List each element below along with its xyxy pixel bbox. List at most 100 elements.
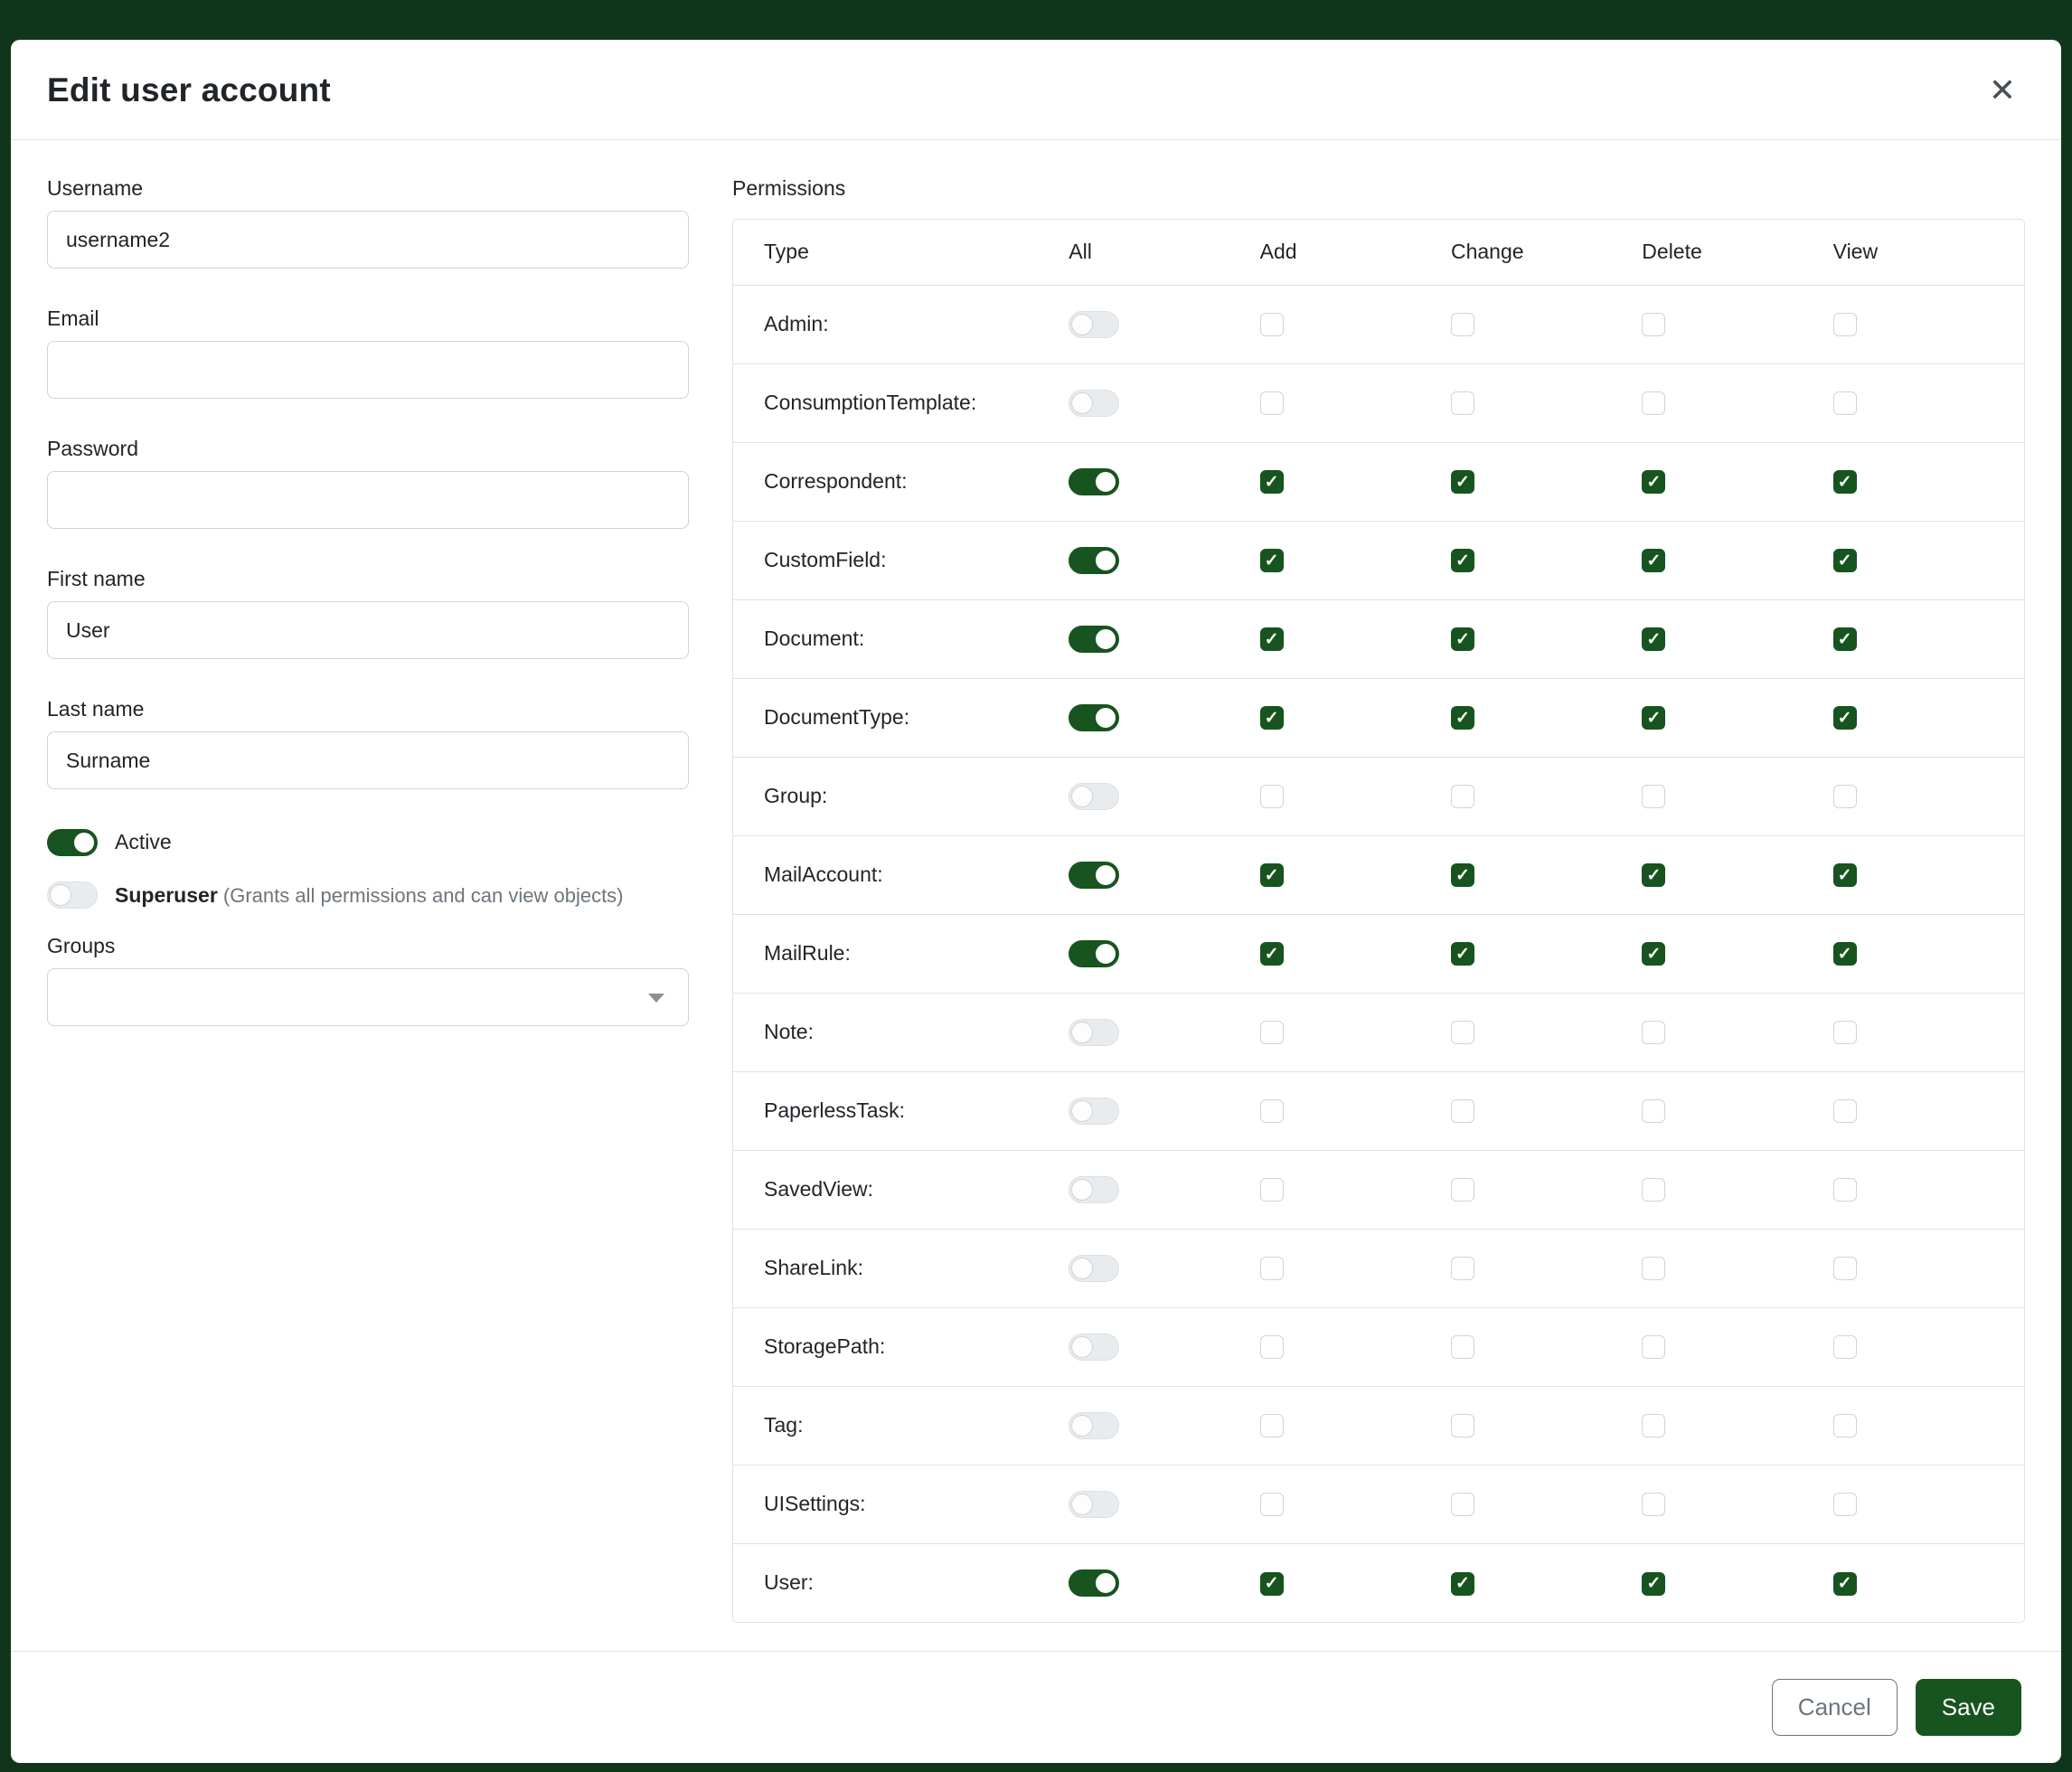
all-toggle[interactable] bbox=[1069, 468, 1119, 495]
change-checkbox[interactable]: ✓ bbox=[1451, 706, 1474, 730]
all-toggle[interactable] bbox=[1069, 1491, 1119, 1518]
add-checkbox[interactable] bbox=[1260, 1178, 1284, 1202]
toggle-knob bbox=[1095, 628, 1116, 650]
add-checkbox[interactable]: ✓ bbox=[1260, 470, 1284, 494]
email-field[interactable] bbox=[47, 341, 689, 399]
view-checkbox[interactable] bbox=[1833, 1493, 1857, 1516]
save-button[interactable]: Save bbox=[1916, 1679, 2021, 1736]
all-toggle[interactable] bbox=[1069, 1019, 1119, 1046]
change-checkbox[interactable] bbox=[1451, 1099, 1474, 1123]
add-checkbox[interactable] bbox=[1260, 1257, 1284, 1280]
add-checkbox[interactable] bbox=[1260, 313, 1284, 336]
delete-checkbox[interactable] bbox=[1642, 1099, 1665, 1123]
change-checkbox[interactable] bbox=[1451, 1021, 1474, 1044]
all-toggle[interactable] bbox=[1069, 311, 1119, 338]
change-checkbox[interactable]: ✓ bbox=[1451, 470, 1474, 494]
view-checkbox[interactable]: ✓ bbox=[1833, 470, 1857, 494]
all-toggle[interactable] bbox=[1069, 1176, 1119, 1203]
delete-checkbox[interactable]: ✓ bbox=[1642, 942, 1665, 966]
change-checkbox[interactable] bbox=[1451, 785, 1474, 808]
all-toggle[interactable] bbox=[1069, 1334, 1119, 1361]
all-toggle[interactable] bbox=[1069, 390, 1119, 417]
change-checkbox[interactable]: ✓ bbox=[1451, 549, 1474, 572]
view-checkbox[interactable] bbox=[1833, 1414, 1857, 1437]
groups-select[interactable] bbox=[47, 968, 689, 1026]
permission-type-label: Group: bbox=[733, 757, 1069, 835]
delete-checkbox[interactable] bbox=[1642, 1257, 1665, 1280]
delete-checkbox[interactable]: ✓ bbox=[1642, 549, 1665, 572]
view-checkbox[interactable] bbox=[1833, 1257, 1857, 1280]
all-toggle[interactable] bbox=[1069, 1098, 1119, 1125]
change-checkbox[interactable]: ✓ bbox=[1451, 942, 1474, 966]
delete-checkbox[interactable] bbox=[1642, 1493, 1665, 1516]
all-toggle[interactable] bbox=[1069, 626, 1119, 653]
delete-checkbox[interactable] bbox=[1642, 313, 1665, 336]
add-checkbox[interactable] bbox=[1260, 785, 1284, 808]
all-toggle[interactable] bbox=[1069, 704, 1119, 731]
add-checkbox[interactable]: ✓ bbox=[1260, 942, 1284, 966]
change-checkbox[interactable]: ✓ bbox=[1451, 627, 1474, 651]
view-checkbox[interactable] bbox=[1833, 391, 1857, 415]
view-checkbox[interactable]: ✓ bbox=[1833, 942, 1857, 966]
add-checkbox[interactable] bbox=[1260, 1414, 1284, 1437]
all-toggle[interactable] bbox=[1069, 862, 1119, 889]
view-checkbox[interactable] bbox=[1833, 313, 1857, 336]
delete-checkbox[interactable]: ✓ bbox=[1642, 1572, 1665, 1596]
view-checkbox[interactable] bbox=[1833, 1178, 1857, 1202]
add-checkbox[interactable] bbox=[1260, 1099, 1284, 1123]
view-checkbox[interactable]: ✓ bbox=[1833, 706, 1857, 730]
change-checkbox[interactable] bbox=[1451, 1178, 1474, 1202]
add-checkbox[interactable]: ✓ bbox=[1260, 706, 1284, 730]
active-toggle[interactable] bbox=[47, 829, 98, 856]
add-checkbox[interactable] bbox=[1260, 1021, 1284, 1044]
last-name-field[interactable] bbox=[47, 731, 689, 789]
change-checkbox[interactable] bbox=[1451, 1335, 1474, 1359]
close-icon[interactable]: ✕ bbox=[1983, 71, 2021, 110]
add-checkbox[interactable]: ✓ bbox=[1260, 549, 1284, 572]
first-name-field[interactable] bbox=[47, 601, 689, 659]
add-checkbox[interactable] bbox=[1260, 391, 1284, 415]
view-checkbox[interactable]: ✓ bbox=[1833, 627, 1857, 651]
all-toggle[interactable] bbox=[1069, 1412, 1119, 1439]
delete-checkbox[interactable] bbox=[1642, 391, 1665, 415]
delete-checkbox[interactable]: ✓ bbox=[1642, 470, 1665, 494]
all-toggle[interactable] bbox=[1069, 1255, 1119, 1282]
view-checkbox[interactable]: ✓ bbox=[1833, 549, 1857, 572]
username-input[interactable] bbox=[47, 211, 689, 269]
delete-checkbox[interactable]: ✓ bbox=[1642, 706, 1665, 730]
change-checkbox[interactable]: ✓ bbox=[1451, 863, 1474, 887]
change-checkbox[interactable] bbox=[1451, 1257, 1474, 1280]
view-checkbox[interactable] bbox=[1833, 1099, 1857, 1123]
password-field[interactable] bbox=[47, 471, 689, 529]
all-toggle[interactable] bbox=[1069, 783, 1119, 810]
all-toggle[interactable] bbox=[1069, 547, 1119, 574]
view-checkbox[interactable] bbox=[1833, 1021, 1857, 1044]
view-checkbox[interactable] bbox=[1833, 785, 1857, 808]
superuser-toggle[interactable] bbox=[47, 881, 98, 909]
add-checkbox[interactable]: ✓ bbox=[1260, 627, 1284, 651]
delete-checkbox[interactable] bbox=[1642, 1335, 1665, 1359]
add-checkbox[interactable]: ✓ bbox=[1260, 863, 1284, 887]
cancel-button[interactable]: Cancel bbox=[1772, 1679, 1898, 1736]
change-checkbox[interactable] bbox=[1451, 1493, 1474, 1516]
add-checkbox[interactable]: ✓ bbox=[1260, 1572, 1284, 1596]
delete-checkbox[interactable] bbox=[1642, 785, 1665, 808]
delete-checkbox[interactable] bbox=[1642, 1178, 1665, 1202]
all-toggle[interactable] bbox=[1069, 940, 1119, 967]
delete-checkbox[interactable] bbox=[1642, 1414, 1665, 1437]
delete-checkbox[interactable]: ✓ bbox=[1642, 863, 1665, 887]
view-checkbox[interactable]: ✓ bbox=[1833, 863, 1857, 887]
change-checkbox[interactable] bbox=[1451, 313, 1474, 336]
view-checkbox[interactable]: ✓ bbox=[1833, 1572, 1857, 1596]
delete-checkbox[interactable] bbox=[1642, 1021, 1665, 1044]
change-checkbox[interactable] bbox=[1451, 1414, 1474, 1437]
change-checkbox[interactable] bbox=[1451, 391, 1474, 415]
toggle-knob bbox=[1095, 707, 1116, 729]
change-checkbox[interactable]: ✓ bbox=[1451, 1572, 1474, 1596]
delete-checkbox[interactable]: ✓ bbox=[1642, 627, 1665, 651]
add-checkbox[interactable] bbox=[1260, 1493, 1284, 1516]
add-checkbox[interactable] bbox=[1260, 1335, 1284, 1359]
all-toggle[interactable] bbox=[1069, 1569, 1119, 1597]
permission-type-label: Admin: bbox=[733, 285, 1069, 363]
view-checkbox[interactable] bbox=[1833, 1335, 1857, 1359]
